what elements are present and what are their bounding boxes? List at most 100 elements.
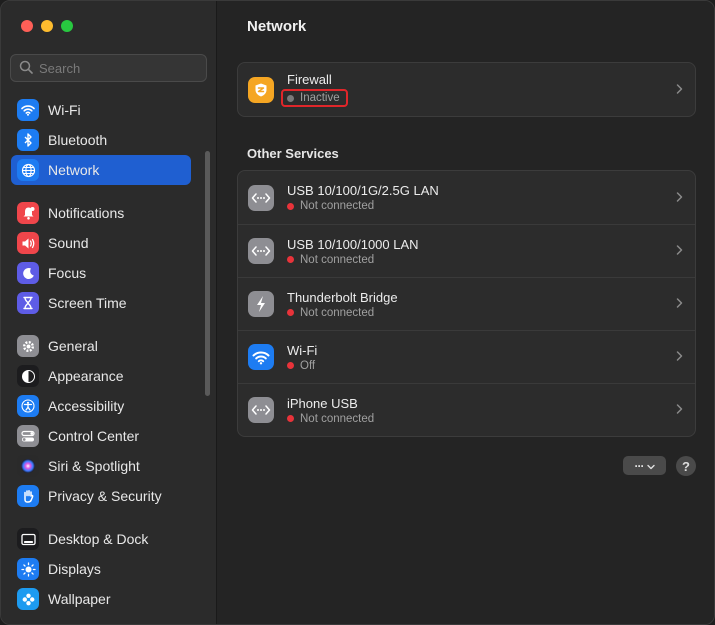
service-status: Not connected xyxy=(287,307,398,319)
sidebar-item-siri-spotlight[interactable]: Siri & Spotlight xyxy=(11,451,191,481)
flower-icon xyxy=(17,588,39,610)
firewall-row[interactable]: Firewall Inactive xyxy=(238,63,695,116)
service-status-label: Not connected xyxy=(300,306,375,319)
sidebar-item-privacy-security[interactable]: Privacy & Security xyxy=(11,481,191,511)
gear-icon xyxy=(17,335,39,357)
service-row[interactable]: USB 10/100/1G/2.5G LAN Not connected xyxy=(238,171,695,224)
sidebar-item-network[interactable]: Network xyxy=(11,155,191,185)
page-title: Network xyxy=(247,18,307,35)
service-status: Not connected xyxy=(287,200,439,212)
service-status-label: Not connected xyxy=(300,200,375,212)
status-dot xyxy=(287,362,294,369)
hourglass-icon xyxy=(17,292,39,314)
help-button-label: ? xyxy=(682,458,690,474)
sidebar-item-label: Control Center xyxy=(48,428,140,444)
search-input[interactable] xyxy=(39,60,199,76)
sidebar-item-label: Privacy & Security xyxy=(48,488,162,504)
service-row[interactable]: USB 10/100/1000 LAN Not connected xyxy=(238,224,695,277)
sidebar-item-label: Accessibility xyxy=(48,398,125,414)
sidebar-item-label: Screen Time xyxy=(48,295,127,311)
zoom-button[interactable] xyxy=(61,20,73,32)
ethernet-icon xyxy=(248,238,274,264)
sidebar-item-label: Wallpaper xyxy=(48,591,111,607)
search-field[interactable] xyxy=(10,54,207,82)
help-button[interactable]: ? xyxy=(676,456,696,476)
service-title: USB 10/100/1000 LAN xyxy=(287,236,419,252)
sidebar-item-label: General xyxy=(48,338,98,354)
sidebar-item-appearance[interactable]: Appearance xyxy=(11,361,191,391)
status-dot xyxy=(287,256,294,263)
service-row[interactable]: iPhone USB Not connected xyxy=(238,383,695,436)
sidebar-item-general[interactable]: General xyxy=(11,331,191,361)
wifi-icon xyxy=(248,344,274,370)
service-row[interactable]: Thunderbolt Bridge Not connected xyxy=(238,277,695,330)
sidebar-item-desktop-dock[interactable]: Desktop & Dock xyxy=(11,524,191,554)
sidebar-item-control-center[interactable]: Control Center xyxy=(11,421,191,451)
chevron-down-icon xyxy=(646,458,655,473)
minimize-button[interactable] xyxy=(41,20,53,32)
chevron-right-icon xyxy=(676,190,683,205)
sidebar-item-focus[interactable]: Focus xyxy=(11,258,191,288)
hand-icon xyxy=(17,485,39,507)
bell-icon xyxy=(17,202,39,224)
dock-icon xyxy=(17,528,39,550)
service-text: USB 10/100/1000 LAN Not connected xyxy=(287,237,419,266)
status-dot xyxy=(287,94,294,102)
sidebar-item-screen-time[interactable]: Screen Time xyxy=(11,288,191,318)
service-status: Off xyxy=(287,360,317,372)
sidebar-scrollbar[interactable] xyxy=(205,151,210,396)
service-status-label: Not connected xyxy=(300,412,375,425)
sidebar-item-wifi[interactable]: Wi-Fi xyxy=(11,95,191,125)
window-controls xyxy=(21,20,73,32)
service-status: Not connected xyxy=(287,254,419,266)
more-actions-button[interactable]: ··· xyxy=(623,456,666,475)
more-button-label: ··· xyxy=(634,458,645,473)
sidebar-group: Notifications Sound Focus Screen Time xyxy=(11,198,191,318)
ethernet-icon xyxy=(248,184,274,211)
service-text: Wi-Fi Off xyxy=(287,343,317,372)
main-pane: Network Firewall Inactive Other Services… xyxy=(217,1,714,624)
other-services-heading: Other Services xyxy=(247,146,339,161)
service-row[interactable]: Wi-Fi Off xyxy=(238,330,695,383)
appearance-icon xyxy=(17,365,39,387)
sidebar-item-bluetooth[interactable]: Bluetooth xyxy=(11,125,191,155)
status-dot xyxy=(287,309,294,316)
sidebar-nav: Wi-Fi Bluetooth Network Notifications So… xyxy=(11,95,191,624)
service-title: Wi-Fi xyxy=(287,342,318,358)
sidebar-item-notifications[interactable]: Notifications xyxy=(11,198,191,228)
sidebar-item-sound[interactable]: Sound xyxy=(11,228,191,258)
sidebar: Wi-Fi Bluetooth Network xyxy=(1,1,217,624)
sidebar-item-label: Desktop & Dock xyxy=(48,531,149,547)
ethernet-icon xyxy=(248,397,274,423)
sidebar-group: General Appearance Accessibility Control… xyxy=(11,331,191,511)
speaker-icon xyxy=(17,232,39,254)
status-dot xyxy=(287,415,294,422)
chevron-right-icon xyxy=(676,82,683,97)
service-title: USB 10/100/1G/2.5G LAN xyxy=(287,183,439,198)
sidebar-item-label: Focus xyxy=(48,265,87,281)
thunderbolt-icon xyxy=(248,291,274,317)
chevron-right-icon xyxy=(676,244,683,259)
sidebar-group: Wi-Fi Bluetooth Network xyxy=(11,95,191,185)
search-icon xyxy=(19,60,33,77)
sidebar-item-label: Appearance xyxy=(48,368,124,384)
service-title: Thunderbolt Bridge xyxy=(287,289,398,305)
firewall-status: Inactive xyxy=(281,89,348,107)
sidebar-item-accessibility[interactable]: Accessibility xyxy=(11,391,191,421)
service-status-label: Not connected xyxy=(300,253,375,266)
service-status: Not connected xyxy=(287,413,374,425)
close-button[interactable] xyxy=(21,20,33,32)
bluetooth-icon xyxy=(17,129,39,151)
firewall-title: Firewall xyxy=(287,72,332,87)
sidebar-group: Desktop & Dock Displays Wallpaper xyxy=(11,524,191,614)
accessibility-icon xyxy=(17,395,39,417)
sidebar-item-label: Notifications xyxy=(48,205,125,221)
sidebar-item-wallpaper[interactable]: Wallpaper xyxy=(11,584,191,614)
sidebar-item-displays[interactable]: Displays xyxy=(11,554,191,584)
service-status-label: Off xyxy=(300,359,316,372)
sidebar-item-label: Sound xyxy=(48,235,89,251)
globe-icon xyxy=(17,159,39,181)
sidebar-item-label: Displays xyxy=(48,561,101,577)
settings-window: Wi-Fi Bluetooth Network xyxy=(0,0,715,625)
chevron-right-icon xyxy=(676,297,683,312)
